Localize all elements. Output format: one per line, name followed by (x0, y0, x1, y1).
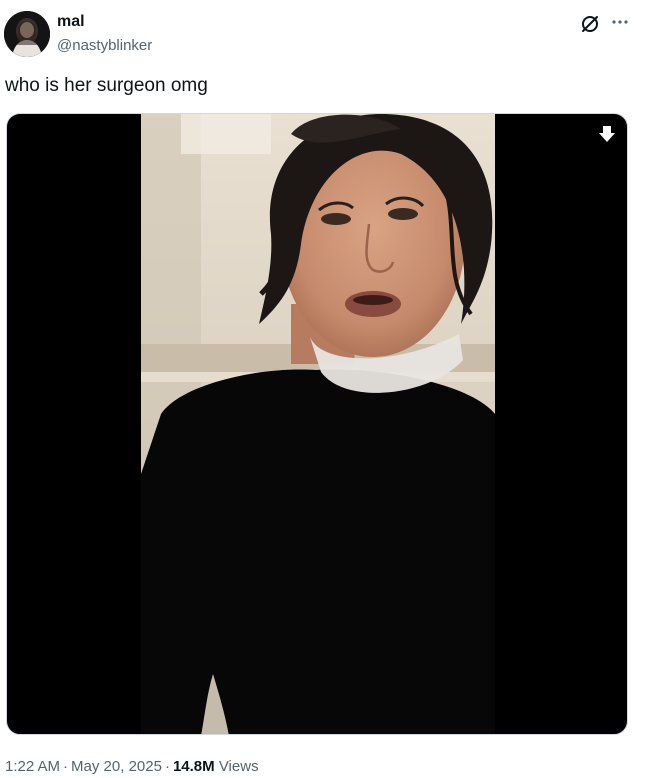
author-display-name[interactable]: mal (57, 13, 85, 31)
tweet-metadata: 1:22 AM · May 20, 2025 · 14.8M Views (5, 758, 259, 775)
download-icon[interactable] (597, 124, 617, 144)
views-count: 14.8M (172, 758, 215, 775)
meta-separator: · (63, 758, 69, 775)
tweet-text: who is her surgeon omg (5, 75, 208, 96)
author-handle[interactable]: @nastyblinker (57, 37, 152, 54)
views-label: Views (218, 758, 259, 775)
author-avatar[interactable] (4, 11, 50, 57)
tweet-date[interactable]: May 20, 2025 (71, 758, 162, 775)
meta-separator: · (164, 758, 170, 775)
tweet-video[interactable] (6, 113, 628, 735)
video-frame (141, 114, 495, 734)
avatar-photo-icon (4, 11, 50, 57)
tweet-time[interactable]: 1:22 AM (5, 758, 60, 775)
grok-icon[interactable] (579, 13, 601, 35)
tweet-card: mal @nastyblinker who is her surgeon omg (0, 0, 650, 778)
more-options-icon[interactable] (609, 11, 631, 33)
